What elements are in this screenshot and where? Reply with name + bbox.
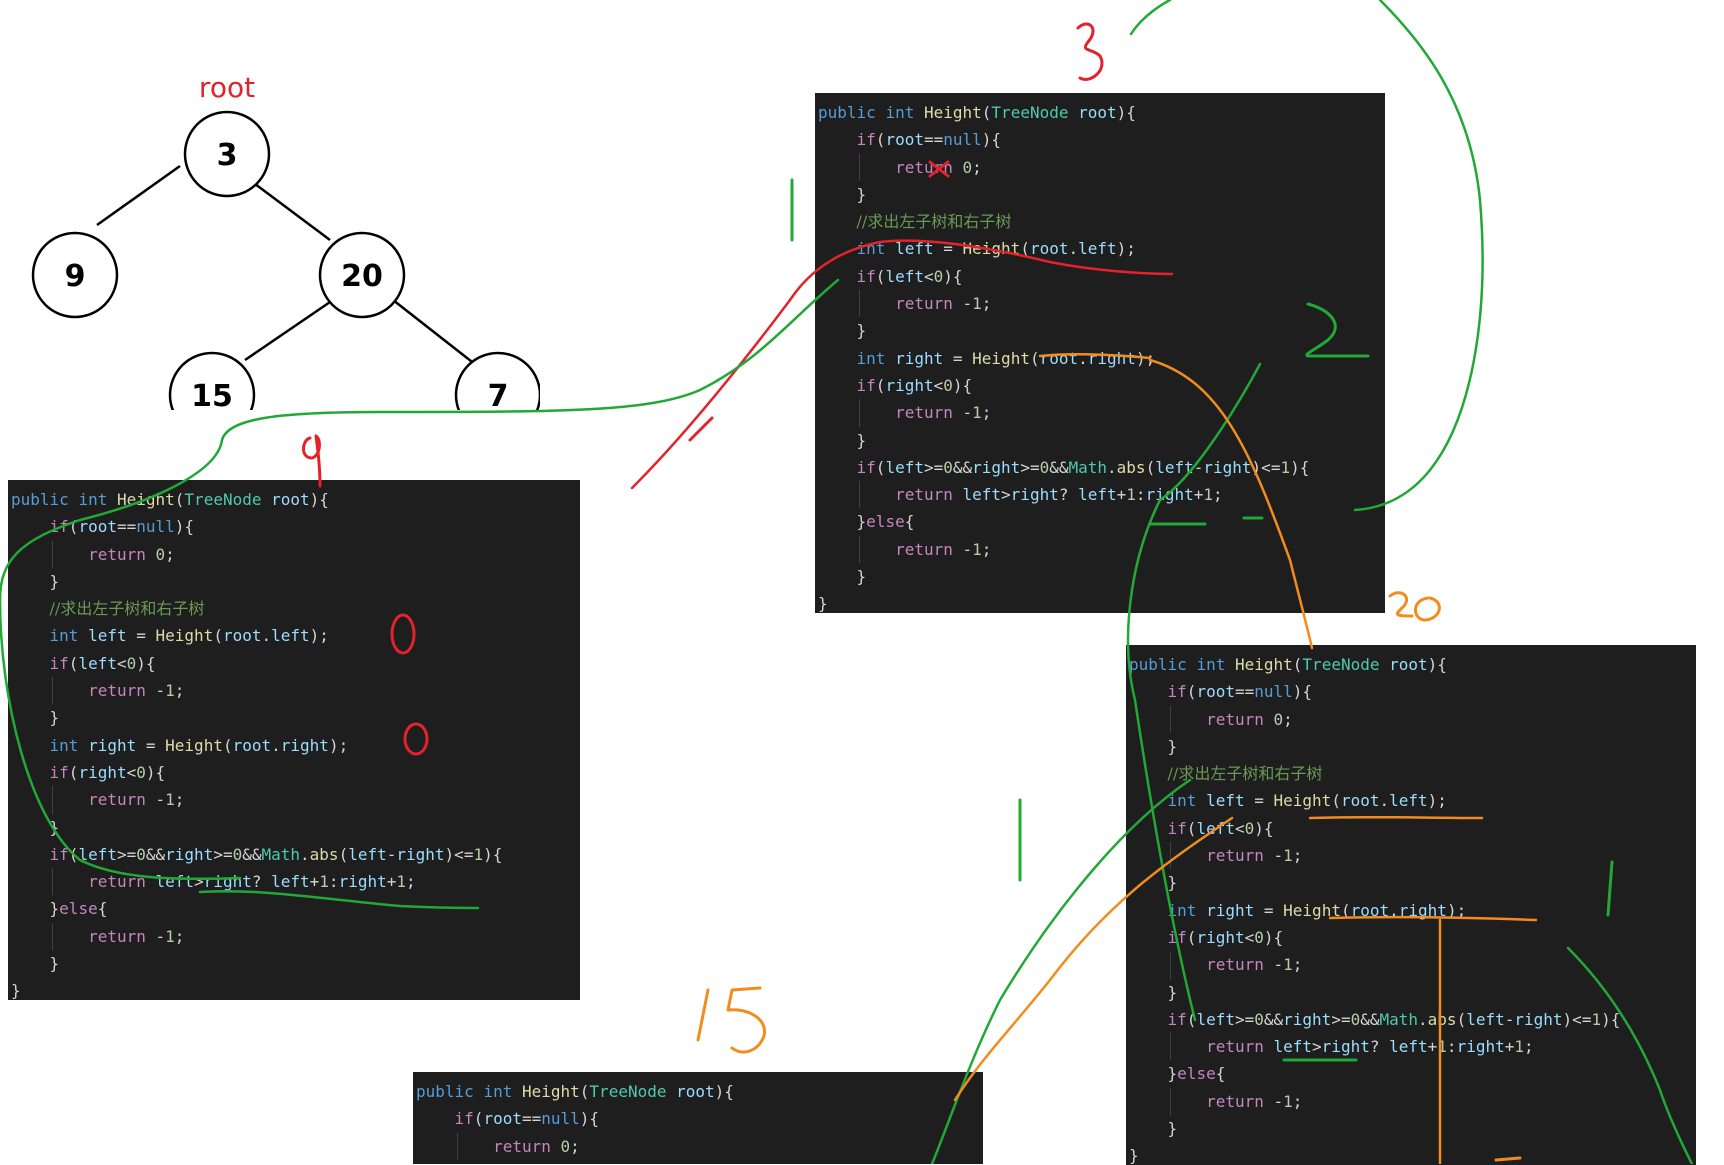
code-line: if(root==null){	[454, 1109, 600, 1129]
code-line: public int Height(TreeNode root){	[818, 103, 1136, 122]
code-line: }	[818, 430, 867, 450]
code-line: return 0;	[818, 153, 1385, 181]
tree-node-20: 20	[341, 259, 383, 294]
code-line: }	[1129, 1146, 1139, 1165]
code-line: return -1;	[818, 399, 1385, 427]
code-line: return -1;	[1129, 951, 1696, 979]
code-line: }	[416, 1160, 983, 1165]
code-line: //求出左子树和右子树	[1167, 764, 1323, 784]
code-line: int right = Height(root.right);	[856, 348, 1156, 368]
green-stroke-top	[1129, 0, 1172, 36]
root-label: root	[199, 71, 255, 104]
code-line: if(left<0){	[856, 266, 963, 286]
code-line: }else{	[818, 512, 915, 532]
code-line: return -1;	[818, 535, 1385, 564]
red-trace-tick	[688, 416, 714, 442]
code-line: }	[11, 708, 60, 728]
tree-node-7: 7	[488, 379, 509, 410]
tree-node-15: 15	[191, 379, 233, 410]
code-line: if(left>=0&&right>=0&&Math.abs(left-righ…	[1167, 1009, 1621, 1029]
tree-edge	[392, 299, 477, 366]
code-line: int right = Height(root.right);	[49, 735, 349, 755]
code-line: }else{	[11, 899, 108, 919]
code-line: //求出左子树和右子树	[856, 212, 1012, 232]
code-line: }	[1129, 982, 1178, 1002]
annotation-digit-3	[1076, 22, 1104, 81]
code-line: }	[11, 571, 60, 591]
code-line: return -1;	[1129, 1087, 1696, 1116]
code-line: }	[818, 184, 867, 204]
code-line: return -1;	[11, 677, 580, 705]
code-line: }else{	[1129, 1064, 1226, 1084]
binary-tree-diagram: root 3 9 20 15 7	[31, 71, 540, 410]
code-line: if(left>=0&&right>=0&&Math.abs(left-righ…	[49, 844, 503, 864]
code-line: if(left<0){	[49, 653, 156, 673]
code-line: if(right<0){	[856, 375, 973, 395]
code-line: return -1;	[818, 290, 1385, 318]
code-line: int right = Height(root.right);	[1167, 900, 1467, 920]
tree-edge	[244, 298, 334, 362]
code-line: if(root==null){	[49, 517, 195, 537]
code-line: return -1;	[11, 922, 580, 951]
code-line: return left>right? left+1:right+1;	[1129, 1033, 1696, 1061]
code-line: int left = Height(root.left);	[49, 626, 329, 646]
code-line: }	[1129, 873, 1178, 893]
tree-node-3: 3	[217, 138, 238, 173]
code-line: public int Height(TreeNode root){	[11, 490, 329, 509]
code-panel-node-3: public int Height(TreeNode root){ if(roo…	[815, 93, 1385, 613]
code-line: return 0;	[11, 540, 580, 568]
code-line: if(root==null){	[856, 130, 1002, 150]
tree-edge	[96, 164, 181, 227]
code-line: if(left>=0&&right>=0&&Math.abs(left-righ…	[856, 457, 1310, 477]
code-line: return left>right? left+1:right+1;	[818, 481, 1385, 509]
code-line: }	[11, 954, 60, 974]
code-line: }	[1129, 1119, 1178, 1139]
code-line: return -1;	[11, 786, 580, 814]
code-line: public int Height(TreeNode root){	[416, 1082, 734, 1101]
code-line: }	[1129, 736, 1178, 756]
code-line: if(left<0){	[1167, 818, 1274, 838]
code-line: }	[818, 567, 867, 587]
code-line: //求出左子树和右子树	[49, 599, 205, 619]
code-line: int left = Height(root.left);	[1167, 791, 1447, 811]
code-line: return -1;	[1129, 842, 1696, 870]
code-panel-node-15: public int Height(TreeNode root){ if(roo…	[413, 1072, 983, 1164]
code-line: int left = Height(root.left);	[856, 239, 1136, 259]
tree-node-9: 9	[65, 259, 86, 294]
code-line: }	[11, 981, 21, 1000]
code-line: if(right<0){	[1167, 927, 1284, 947]
annotation-number-20	[1388, 591, 1441, 622]
annotation-15-digit-1	[696, 988, 710, 1042]
code-panel-node-9: public int Height(TreeNode root){ if(roo…	[8, 480, 580, 1000]
annotation-digit-9	[302, 434, 322, 488]
code-line: }	[818, 594, 828, 613]
code-line: }	[818, 321, 867, 341]
code-line: return left>right? left+1:right+1;	[11, 868, 580, 896]
code-line: return 0;	[416, 1132, 983, 1160]
code-line: }	[11, 817, 60, 837]
code-line: if(right<0){	[49, 762, 166, 782]
code-line: return 0;	[1129, 705, 1696, 733]
code-line: if(root==null){	[1167, 682, 1313, 702]
annotation-15-digit-5	[726, 986, 766, 1054]
code-panel-node-20: public int Height(TreeNode root){ if(roo…	[1126, 645, 1696, 1165]
code-line: public int Height(TreeNode root){	[1129, 655, 1447, 674]
